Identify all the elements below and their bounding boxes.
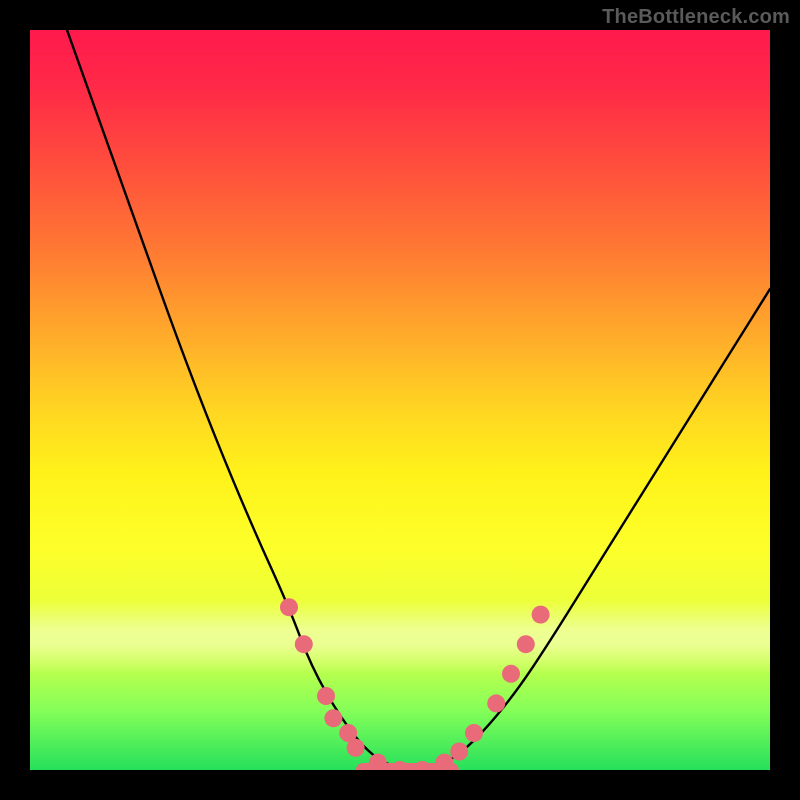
highlight-dot xyxy=(413,761,431,770)
plot-area xyxy=(30,30,770,770)
highlight-dot xyxy=(391,761,409,770)
highlight-dot xyxy=(324,709,342,727)
curve-layer xyxy=(30,30,770,770)
highlight-dot xyxy=(280,598,298,616)
highlight-dot xyxy=(465,724,483,742)
highlight-dot xyxy=(295,635,313,653)
watermark-text: TheBottleneck.com xyxy=(602,6,790,29)
highlight-dot xyxy=(532,606,550,624)
highlight-dot xyxy=(450,743,468,761)
bottleneck-curve xyxy=(67,30,770,770)
highlight-dot xyxy=(435,754,453,770)
highlight-dot xyxy=(369,754,387,770)
chart-frame: TheBottleneck.com xyxy=(0,0,800,800)
highlight-dot xyxy=(517,635,535,653)
highlight-dot xyxy=(347,739,365,757)
highlight-dot xyxy=(502,665,520,683)
highlight-dot xyxy=(487,694,505,712)
highlight-dot xyxy=(317,687,335,705)
